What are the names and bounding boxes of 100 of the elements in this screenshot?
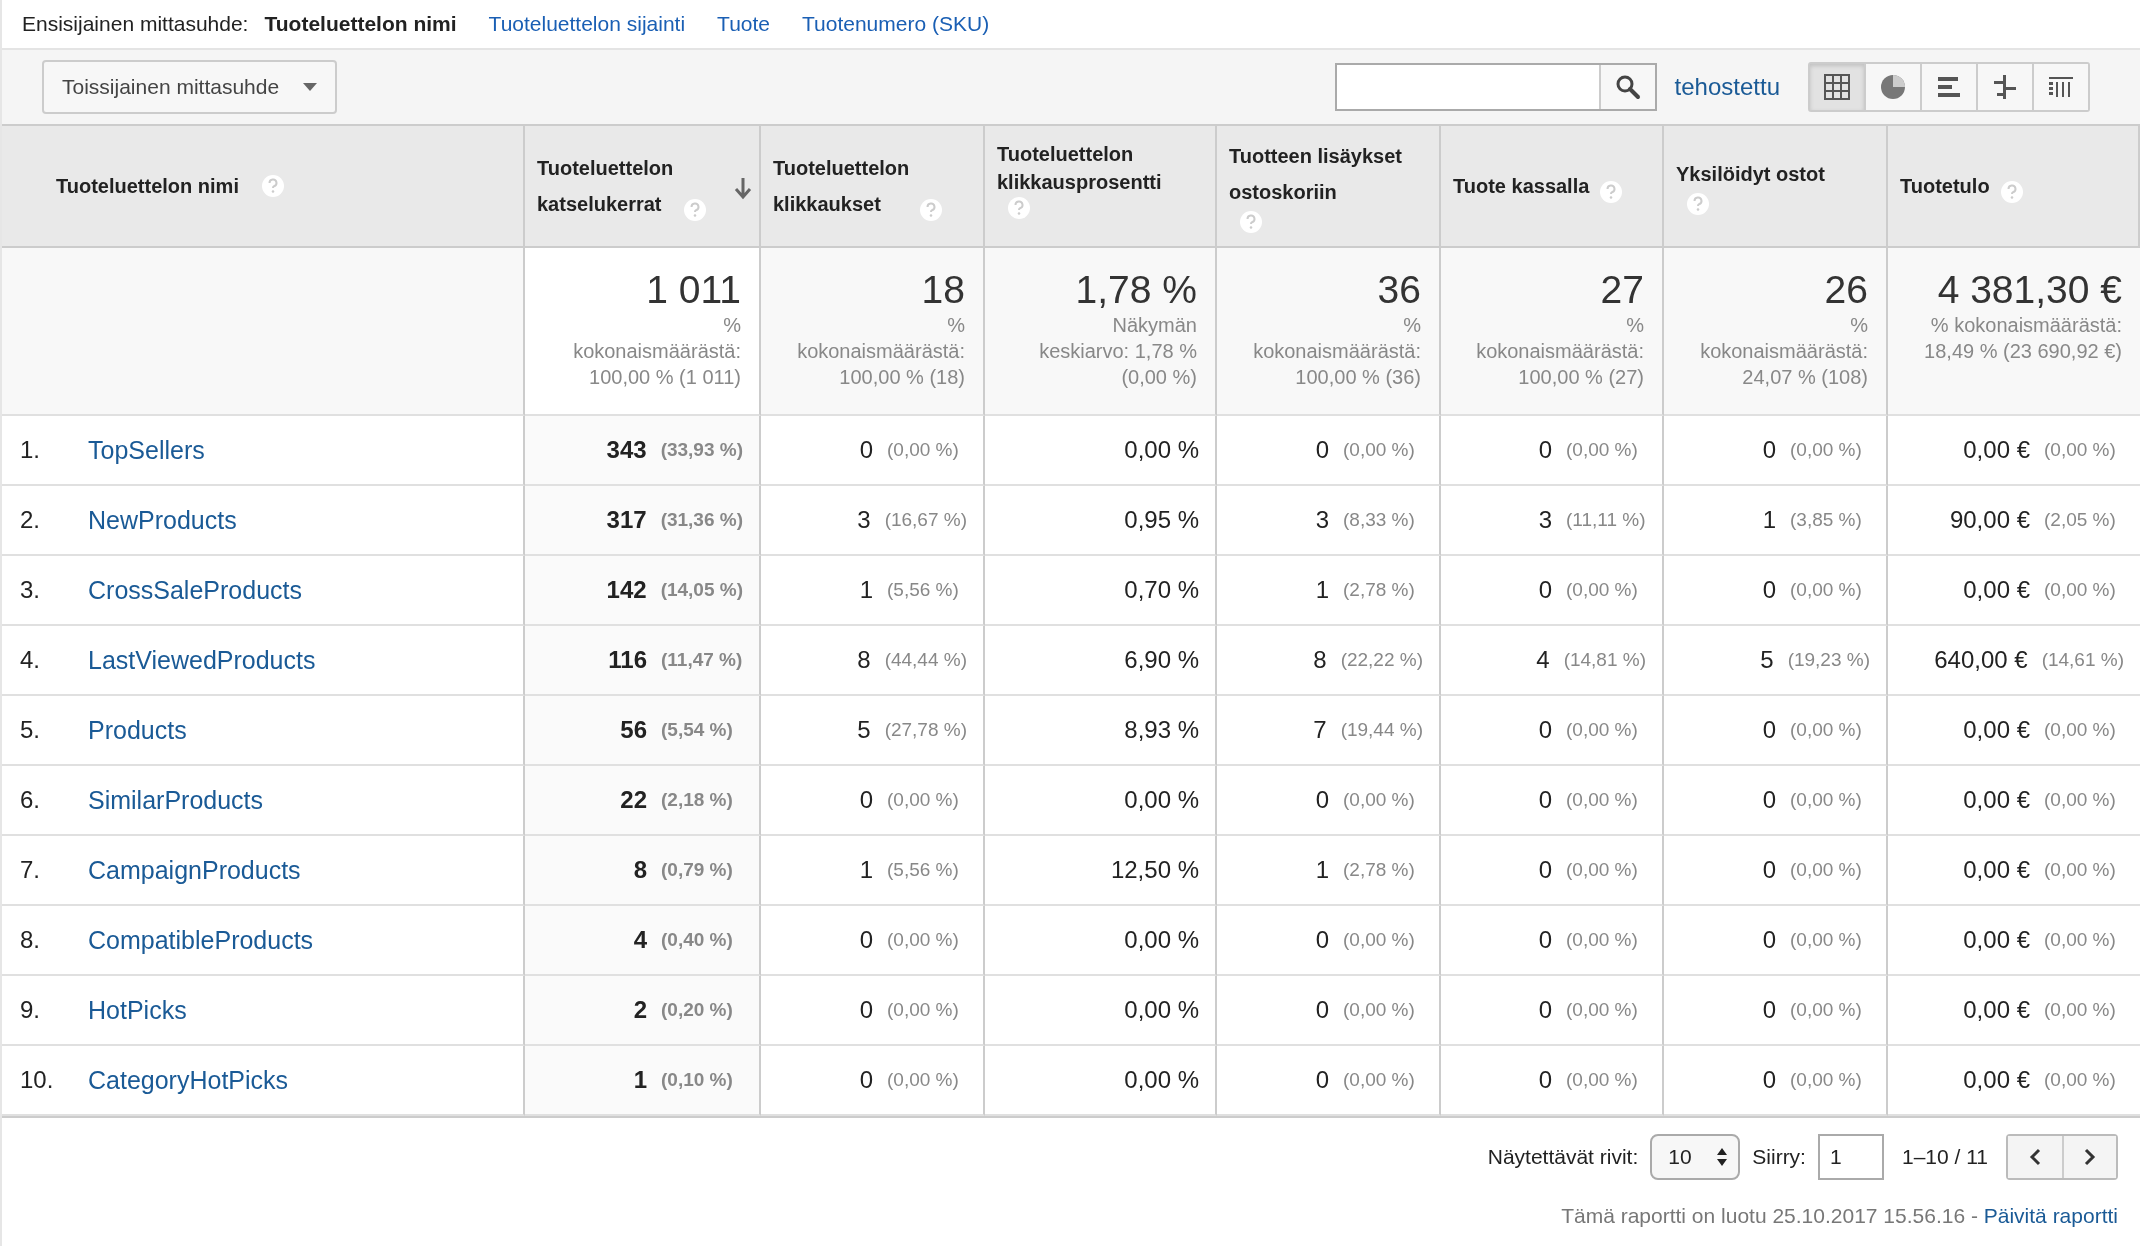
product-list-link[interactable]: HotPicks: [88, 995, 187, 1025]
sort-descending-icon[interactable]: [733, 176, 753, 200]
share-percentage: (0,00 %): [2044, 929, 2117, 951]
metric-value: 0: [1762, 1066, 1776, 1094]
share-percentage: (0,00 %): [1343, 789, 1416, 811]
column-header[interactable]: Tuotetulo: [1888, 126, 2140, 248]
metric-value: 1: [1315, 856, 1329, 884]
share-percentage: (0,00 %): [2044, 579, 2117, 601]
grid-icon: [1823, 73, 1851, 101]
metric-value: 1: [1762, 506, 1776, 534]
column-header[interactable]: Yksilöidyt ostot: [1664, 126, 1888, 248]
metric-value: 4: [633, 926, 647, 954]
column-header[interactable]: Tuoteluettelon klikkaukset: [761, 126, 985, 248]
product-list-link[interactable]: TopSellers: [88, 435, 205, 465]
previous-page-button[interactable]: [2008, 1136, 2062, 1178]
share-percentage: (0,00 %): [1566, 719, 1639, 741]
metric-value: 1: [859, 856, 873, 884]
metric-value: 0: [859, 926, 873, 954]
share-percentage: (19,23 %): [1787, 649, 1870, 671]
comparison-icon: [1991, 73, 2019, 101]
metric-value: 0: [1762, 436, 1776, 464]
column-header[interactable]: Tuotteen lisäykset ostoskoriin: [1217, 126, 1441, 248]
total-note: % kokonaismäärästä: 18,49 % (23 690,92 €): [1923, 313, 2122, 364]
up-down-arrows-icon: [1716, 1147, 1729, 1167]
metric-value: 0,00 %: [1124, 926, 1199, 954]
metric-value: 7: [1313, 716, 1327, 744]
search-icon: [1614, 74, 1641, 100]
metric-value: 0: [1762, 996, 1776, 1024]
product-list-link[interactable]: NewProducts: [88, 505, 237, 535]
metric-value: 0,00 €: [1963, 436, 2030, 464]
share-percentage: (11,11 %): [1566, 509, 1646, 531]
row-number: 10.: [20, 1066, 55, 1094]
share-percentage: (0,00 %): [1790, 999, 1863, 1021]
go-to-page-field[interactable]: 1: [1817, 1134, 1884, 1180]
share-percentage: (0,00 %): [1790, 789, 1863, 811]
column-header[interactable]: Tuoteluettelon katselukerrat: [525, 126, 761, 248]
total-note: % kokonaismäärästä: 100,00 % (1 011): [572, 313, 741, 390]
dimension-option[interactable]: Tuoteluettelon nimi: [264, 12, 457, 36]
row-number: 2.: [20, 506, 41, 534]
dimension-option[interactable]: Tuotenumero (SKU): [802, 12, 990, 36]
share-percentage: (2,18 %): [661, 789, 734, 811]
metric-value: 5: [1760, 646, 1774, 674]
product-list-link[interactable]: CampaignProducts: [88, 855, 301, 885]
share-percentage: (0,00 %): [1566, 439, 1639, 461]
metric-value: 0,95 %: [1124, 506, 1199, 534]
share-percentage: (33,93 %): [660, 439, 743, 461]
share-percentage: (0,00 %): [1566, 929, 1639, 951]
column-header[interactable]: Tuoteluettelon klikkausprosentti: [985, 126, 1217, 248]
dimension-option[interactable]: Tuote: [717, 12, 770, 36]
total-value: 26: [1824, 268, 1868, 312]
metric-value: 1: [859, 576, 873, 604]
rows-per-page-select[interactable]: 10: [1650, 1134, 1741, 1180]
metric-value: 0,00 €: [1963, 1066, 2030, 1094]
next-page-button[interactable]: [2062, 1136, 2116, 1178]
metric-value: 0,00 %: [1124, 996, 1199, 1024]
product-list-link[interactable]: LastViewedProducts: [88, 645, 316, 675]
share-percentage: (0,00 %): [1566, 999, 1639, 1021]
column-title: Yksilöidyt ostot: [1676, 162, 1825, 187]
share-percentage: (5,56 %): [887, 859, 960, 881]
column-title: Tuoteluettelon klikkaukset: [773, 156, 910, 217]
metric-value: 0: [1538, 576, 1552, 604]
report-timestamp: Tämä raportti on luotu 25.10.2017 15.56.16 - Päivitä raportti: [1561, 1204, 2118, 1228]
product-list-link[interactable]: CategoryHotPicks: [88, 1065, 289, 1095]
advanced-filter-link[interactable]: tehostettu: [1674, 73, 1780, 101]
column-header[interactable]: Tuoteluettelon nimi: [2, 126, 525, 248]
share-percentage: (0,00 %): [2044, 439, 2117, 461]
search-field[interactable]: [1334, 63, 1657, 111]
metric-value: 8: [633, 856, 647, 884]
metric-value: 0: [1538, 1066, 1552, 1094]
column-title: Tuotetulo: [1900, 174, 1990, 199]
share-percentage: (0,00 %): [2044, 859, 2117, 881]
metric-value: 317: [606, 506, 647, 534]
share-percentage: (0,00 %): [887, 789, 960, 811]
share-percentage: (0,79 %): [661, 859, 734, 881]
rows-per-page-label: Näytettävät rivit:: [1487, 1145, 1639, 1169]
total-note: % kokonaismäärästä: 100,00 % (27): [1475, 313, 1644, 390]
product-list-link[interactable]: SimilarProducts: [88, 785, 264, 815]
product-list-link[interactable]: Products: [88, 715, 187, 745]
share-percentage: (0,00 %): [1566, 1069, 1639, 1091]
metric-value: 3: [1315, 506, 1329, 534]
row-number: 9.: [20, 996, 41, 1024]
table-view-button[interactable]: [1810, 64, 1864, 110]
metric-value: 640,00 €: [1934, 646, 2028, 674]
metric-value: 142: [606, 576, 647, 604]
total-note: % kokonaismäärästä: 100,00 % (18): [796, 313, 965, 390]
refresh-report-link[interactable]: Päivitä raportti: [1983, 1204, 2118, 1227]
share-percentage: (11,47 %): [661, 649, 743, 671]
share-percentage: (44,44 %): [884, 649, 967, 671]
pivot-view-button[interactable]: [2032, 64, 2088, 110]
column-header[interactable]: Tuote kassalla: [1441, 126, 1664, 248]
share-percentage: (0,10 %): [661, 1069, 734, 1091]
total-value: 4 381,30 €: [1937, 268, 2122, 312]
product-list-link[interactable]: CrossSaleProducts: [88, 575, 302, 605]
product-list-link[interactable]: CompatibleProducts: [88, 925, 314, 955]
dimension-option[interactable]: Tuoteluettelon sijainti: [488, 12, 686, 36]
share-percentage: (0,00 %): [2044, 1069, 2117, 1091]
search-button[interactable]: [1598, 65, 1655, 109]
column-title: Tuoteluettelon nimi: [56, 174, 239, 199]
secondary-dimension-dropdown[interactable]: Toissijainen mittasuhde: [42, 60, 338, 114]
share-percentage: (0,00 %): [887, 1069, 960, 1091]
